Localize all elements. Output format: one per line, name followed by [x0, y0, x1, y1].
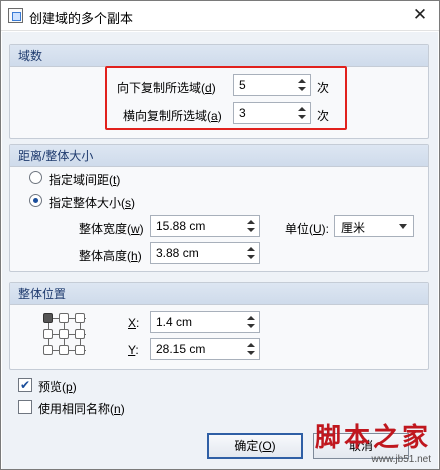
spin-up-icon[interactable] [247, 343, 255, 347]
close-button[interactable]: ✕ [407, 4, 433, 26]
spinner-arrows[interactable] [245, 217, 257, 235]
spacing-radio-label[interactable]: 指定域间距(t) [49, 171, 120, 188]
preview-checkbox[interactable]: ✔ [18, 378, 32, 392]
across-copies-label: 横向复制所选域(a) [123, 109, 222, 123]
spin-up-icon[interactable] [247, 247, 255, 251]
down-copies-unit: 次 [317, 81, 330, 95]
site-watermark: 脚本之家 www.jb51.net [315, 417, 431, 465]
spin-up-icon[interactable] [298, 107, 306, 111]
spin-down-icon[interactable] [298, 115, 306, 119]
width-value: 15.88 cm [156, 219, 206, 233]
spin-down-icon[interactable] [247, 228, 255, 232]
group-spacing-header: 距离/整体大小 [10, 145, 428, 167]
size-radio[interactable] [29, 194, 42, 207]
anchor-grid-icon[interactable] [43, 313, 93, 363]
spinner-arrows[interactable] [245, 244, 257, 262]
spinner-arrows[interactable] [245, 313, 257, 331]
across-copies-stepper[interactable]: 3 [233, 102, 311, 124]
size-radio-label[interactable]: 指定整体大小(s) [49, 194, 135, 211]
spinner-arrows[interactable] [296, 76, 308, 94]
x-stepper[interactable]: 1.4 cm [150, 311, 260, 333]
anchor-top-right[interactable] [75, 313, 85, 323]
height-label: 整体高度(h) [79, 249, 142, 263]
spin-down-icon[interactable] [298, 87, 306, 91]
across-copies-value: 3 [239, 106, 246, 120]
watermark-url: www.jb51.net [371, 454, 431, 465]
x-value: 1.4 cm [156, 315, 193, 329]
spin-down-icon[interactable] [247, 324, 255, 328]
width-label: 整体宽度(w) [79, 222, 144, 236]
group-count-header: 域数 [10, 45, 428, 67]
same-name-label[interactable]: 使用相同名称(n) [38, 400, 125, 417]
anchor-bottom-left[interactable] [43, 345, 53, 355]
spacing-radio[interactable] [29, 171, 42, 184]
unit-label: 单位(U): [285, 222, 330, 236]
window-title: 创建域的多个副本 [29, 11, 134, 26]
unit-dropdown[interactable]: 厘米 [334, 215, 414, 237]
anchor-middle-left[interactable] [43, 329, 53, 339]
group-position-header: 整体位置 [10, 283, 428, 305]
spinner-arrows[interactable] [296, 104, 308, 122]
anchor-bottom-center[interactable] [59, 345, 69, 355]
height-stepper[interactable]: 3.88 cm [150, 242, 260, 264]
spin-up-icon[interactable] [247, 316, 255, 320]
watermark-text: 脚本之家 [314, 423, 431, 453]
across-copies-unit: 次 [317, 109, 330, 123]
same-name-checkbox[interactable] [18, 400, 32, 414]
y-value: 28.15 cm [156, 342, 206, 356]
anchor-bottom-right[interactable] [75, 345, 85, 355]
anchor-top-center[interactable] [59, 313, 69, 323]
spin-down-icon[interactable] [247, 255, 255, 259]
y-stepper[interactable]: 28.15 cm [150, 338, 260, 360]
y-label: Y: [128, 343, 139, 357]
spin-up-icon[interactable] [247, 220, 255, 224]
spin-down-icon[interactable] [247, 351, 255, 355]
anchor-top-left[interactable] [43, 313, 53, 323]
chevron-down-icon[interactable] [399, 224, 407, 229]
anchor-center[interactable] [59, 329, 69, 339]
spin-up-icon[interactable] [298, 79, 306, 83]
anchor-middle-right[interactable] [75, 329, 85, 339]
title-bar: 创建域的多个副本 ✕ [1, 1, 439, 31]
down-copies-label: 向下复制所选域(d) [117, 81, 216, 95]
ok-button[interactable]: 确定(O) [207, 433, 303, 459]
spinner-arrows[interactable] [245, 340, 257, 358]
x-label: X: [128, 316, 140, 330]
preview-label[interactable]: 预览(p) [38, 378, 77, 395]
dialog-window: 创建域的多个副本 ✕ 域数 向下复制所选域(d) 5 次 横向复制所选域(a) … [0, 0, 440, 470]
down-copies-stepper[interactable]: 5 [233, 74, 311, 96]
down-copies-value: 5 [239, 78, 246, 92]
app-icon [8, 8, 23, 23]
width-stepper[interactable]: 15.88 cm [150, 215, 260, 237]
unit-value: 厘米 [341, 221, 366, 235]
height-value: 3.88 cm [156, 246, 199, 260]
